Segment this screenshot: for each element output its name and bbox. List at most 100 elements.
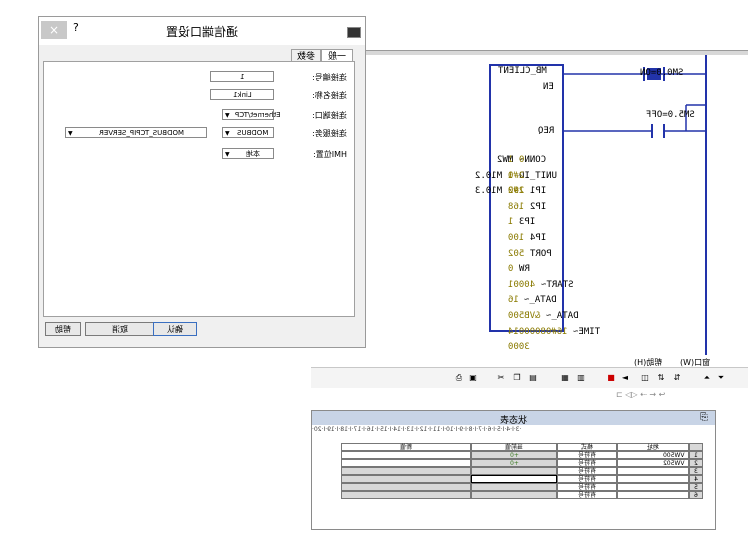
input-row: 3000 xyxy=(508,342,530,353)
row2-format[interactable]: 有符号 xyxy=(557,459,617,467)
input-row: 1 IP3 xyxy=(508,217,536,228)
input-row: 16#08000014 TIME~ xyxy=(508,326,601,337)
contact2-label: SM5.0=OFF xyxy=(646,110,695,120)
en-pin: EN xyxy=(543,82,554,92)
sort-asc-icon[interactable]: ⇅ xyxy=(656,373,666,383)
row1-addr[interactable]: VW500 xyxy=(617,451,689,459)
row4-current xyxy=(471,475,557,483)
sort-desc-icon[interactable]: ⇵ xyxy=(672,373,682,383)
row4-new[interactable] xyxy=(341,475,471,483)
block-inputs: 1 CONN~ 1 UNIT_ID 192 IP1 168 IP2 1 IP3 … xyxy=(508,155,628,358)
contact-sm5-0[interactable] xyxy=(652,125,664,137)
row1-num: 1 xyxy=(689,451,703,459)
row6-num: 6 xyxy=(689,491,703,499)
row5-format[interactable]: 有符号 xyxy=(557,483,617,491)
download-icon[interactable]: ⏷ xyxy=(716,373,726,383)
input-row: 502 PORT xyxy=(508,248,552,259)
row1-new[interactable] xyxy=(341,451,471,459)
save-icon[interactable]: ▣ xyxy=(468,373,478,383)
chart-window-icon: ⎘ xyxy=(700,412,708,423)
input-row: 100 IP4 xyxy=(508,232,546,243)
row3-addr[interactable] xyxy=(617,467,689,475)
upload-icon[interactable]: ⏶ xyxy=(702,373,712,383)
input-row: &VB500 DATA_~ xyxy=(508,310,579,321)
nav-arrows[interactable]: ⊏ ◁▷ ⇠ → ↩ xyxy=(616,390,665,399)
output-row: MW2 0 xyxy=(496,155,524,165)
header-addr: 地址 xyxy=(617,443,689,451)
row5-num: 5 xyxy=(689,483,703,491)
protocol-select[interactable]: ▼ MODBUS_TCPIP_SERVER xyxy=(65,127,207,138)
cancel-button[interactable]: 取消 xyxy=(85,322,155,336)
copy-icon[interactable]: ❐ xyxy=(512,373,522,383)
dialog-titlebar: × ? 通信端口设置 xyxy=(39,17,365,45)
hmi-location-label: HMI位置: xyxy=(313,150,347,159)
input-row: 1 UNIT_ID xyxy=(508,170,557,181)
dialog-title: 通信端口设置 xyxy=(165,25,238,39)
row4-num: 4 xyxy=(689,475,703,483)
row3-new[interactable] xyxy=(341,467,471,475)
row2-addr[interactable]: VW502 xyxy=(617,459,689,467)
row1-format[interactable]: 有符号 xyxy=(557,451,617,459)
output-row: M10.3 2#0 xyxy=(475,186,524,197)
contact1-label: SM0.0=ON xyxy=(640,68,684,78)
chart-icon[interactable]: ▥ xyxy=(576,373,586,383)
chevron-down-icon: ▼ xyxy=(68,130,73,137)
row5-new[interactable] xyxy=(341,483,471,491)
status-chart-title: 状态表 xyxy=(499,416,527,426)
link-port-label: 连接端口: xyxy=(312,111,347,120)
window-icon xyxy=(347,27,361,38)
status-chart-titlebar: 状态表 ⎘ xyxy=(312,411,715,426)
stop-icon[interactable]: ■ xyxy=(606,373,616,383)
hmi-location-select[interactable]: ▼ 本地 xyxy=(222,148,274,159)
input-row: 40001 START~ xyxy=(508,279,574,290)
row5-current xyxy=(471,483,557,491)
print-icon[interactable]: ⎙ xyxy=(454,373,464,383)
table-icon[interactable]: ▦ xyxy=(560,373,570,383)
row4-addr[interactable] xyxy=(617,475,689,483)
column-ruler: ·3·I·4·I·5·I·6·I·7·I·8·I·9·I·10·I·11·I·1… xyxy=(312,426,522,433)
link-name-label: 连接名称: xyxy=(312,91,347,100)
header-corner xyxy=(689,443,703,451)
input-row: 168 IP2 xyxy=(508,201,546,212)
row6-format[interactable]: 有符号 xyxy=(557,491,617,499)
row6-new[interactable] xyxy=(341,491,471,499)
row6-addr[interactable] xyxy=(617,491,689,499)
chevron-down-icon: ▼ xyxy=(225,112,230,119)
ok-button[interactable]: 确认 xyxy=(153,322,197,336)
paste-icon[interactable]: ▤ xyxy=(528,373,538,383)
row4-format[interactable]: 有符号 xyxy=(557,475,617,483)
link-number-field[interactable]: 1 xyxy=(210,71,274,82)
header-current: 当前值 xyxy=(471,443,557,451)
row3-num: 3 xyxy=(689,467,703,475)
row2-new[interactable] xyxy=(341,459,471,467)
block-title: MB_CLIENT xyxy=(498,66,547,76)
comm-port-dialog: × ? 通信端口设置 参数 一般 1 连接编号: Link1 连接名称: ▼ Et… xyxy=(38,16,366,348)
req-pin: REQ xyxy=(537,126,554,136)
input-row: 16 DATA_~ xyxy=(508,295,557,306)
row2-num: 2 xyxy=(689,459,703,467)
row1-current: +0 xyxy=(471,451,557,459)
row5-addr[interactable] xyxy=(617,483,689,491)
link-name-field[interactable]: Link1 xyxy=(210,89,274,100)
header-new: 新值 xyxy=(341,443,471,451)
chevron-down-icon: ▼ xyxy=(225,151,230,158)
help-button[interactable]: 帮助 xyxy=(45,322,81,336)
link-port-select[interactable]: ▼ Ethernet/TCP xyxy=(222,109,281,120)
row2-current: +0 xyxy=(471,459,557,467)
row3-current xyxy=(471,467,557,475)
run-icon[interactable]: ◄ xyxy=(620,373,630,383)
output-row: M10.2 2#0 xyxy=(475,170,524,181)
input-row: 192 IP1 xyxy=(508,186,546,197)
header-format: 格式 xyxy=(557,443,617,451)
cut-icon[interactable]: ✂ xyxy=(496,373,506,383)
row3-format[interactable]: 有符号 xyxy=(557,467,617,475)
link-service-label: 连接服务: xyxy=(312,129,347,138)
input-row: 0 RW xyxy=(508,264,530,275)
input-row: 1 CONN~ xyxy=(508,155,546,165)
row6-current xyxy=(471,491,557,499)
link-number-label: 连接编号: xyxy=(312,73,347,82)
chevron-down-icon: ▼ xyxy=(225,130,230,137)
insert-icon[interactable]: ◫ xyxy=(640,373,650,383)
block-outputs: MW2 0 M10.2 2#0 M10.3 2#0 xyxy=(468,155,524,202)
link-service-select[interactable]: ▼ MODBUS xyxy=(222,127,274,138)
